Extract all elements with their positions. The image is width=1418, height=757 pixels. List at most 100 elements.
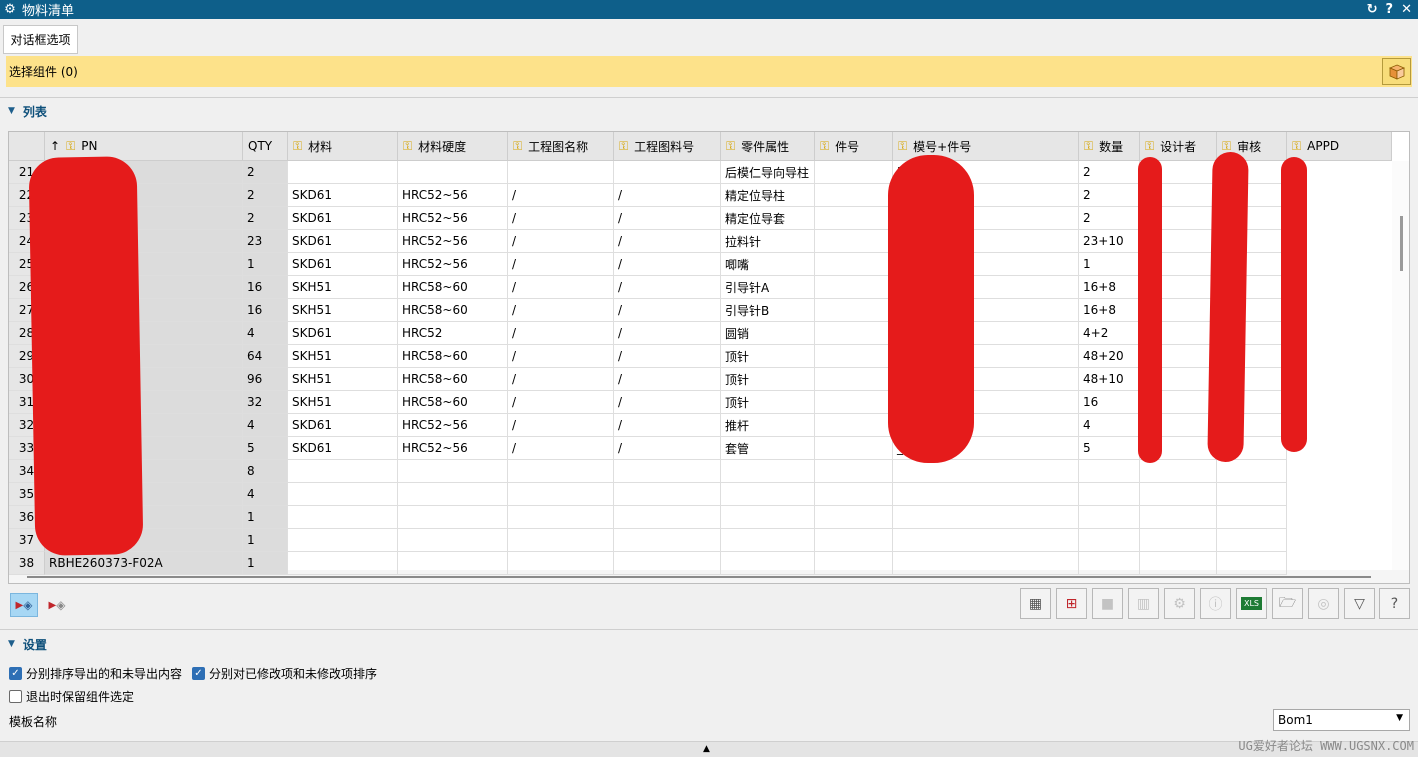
- table-cell[interactable]: /: [614, 414, 721, 437]
- table-cell[interactable]: 16: [243, 299, 288, 322]
- table-cell[interactable]: [614, 552, 721, 575]
- table-cell[interactable]: [508, 460, 614, 483]
- table-cell[interactable]: 23+10: [1079, 230, 1140, 253]
- table-cell[interactable]: SKH51: [288, 391, 398, 414]
- table-cell[interactable]: [815, 460, 893, 483]
- table-cell[interactable]: 1: [1079, 253, 1140, 276]
- table-cell[interactable]: SKD61: [288, 207, 398, 230]
- table-cell[interactable]: 2: [243, 207, 288, 230]
- table-cell[interactable]: HRC52~56: [398, 184, 508, 207]
- table-cell[interactable]: /: [508, 414, 614, 437]
- table-cell[interactable]: 圆销: [721, 322, 815, 345]
- table-cell[interactable]: /: [508, 184, 614, 207]
- table-cell[interactable]: SKD61: [288, 322, 398, 345]
- column-header[interactable]: ⚿ 数量: [1079, 132, 1140, 161]
- table-cell[interactable]: 精定位导套: [721, 207, 815, 230]
- column-header[interactable]: ⚿ 件号: [815, 132, 893, 161]
- table-cell[interactable]: [893, 460, 1079, 483]
- table-cell[interactable]: SKH51: [288, 368, 398, 391]
- table-cell[interactable]: [815, 529, 893, 552]
- view-parts-icon[interactable]: ◎: [1308, 588, 1339, 619]
- column-header[interactable]: ⚿ 工程图料号: [614, 132, 721, 161]
- table-cell[interactable]: [1217, 529, 1287, 552]
- checkbox-checked[interactable]: ✓: [192, 667, 205, 680]
- table-cell[interactable]: [288, 161, 398, 184]
- table-cell[interactable]: RBHE260373-F02A: [45, 552, 243, 575]
- table-cell[interactable]: [288, 483, 398, 506]
- table-cell[interactable]: [815, 368, 893, 391]
- select-component-bar[interactable]: 选择组件 (0): [6, 56, 1412, 87]
- table-cell[interactable]: [614, 483, 721, 506]
- table-cell[interactable]: SKH51: [288, 345, 398, 368]
- table-cell[interactable]: /: [508, 391, 614, 414]
- table-cell[interactable]: [1140, 483, 1217, 506]
- table-cell[interactable]: [1217, 460, 1287, 483]
- table-cell[interactable]: [1079, 552, 1140, 575]
- export-selected-button[interactable]: ▶ ◈: [10, 593, 38, 617]
- export-xls-button[interactable]: XLS: [1236, 588, 1267, 619]
- table-cell[interactable]: [1217, 506, 1287, 529]
- table-cell[interactable]: SKH51: [288, 276, 398, 299]
- table-cell[interactable]: HRC52~56: [398, 253, 508, 276]
- table-cell[interactable]: 1: [243, 529, 288, 552]
- table-cell[interactable]: [398, 506, 508, 529]
- table-cell[interactable]: /: [614, 299, 721, 322]
- table-cell[interactable]: 引导针A: [721, 276, 815, 299]
- table-cell[interactable]: [721, 552, 815, 575]
- list-section-header[interactable]: ▼ 列表: [8, 102, 47, 120]
- table-cell[interactable]: /: [508, 276, 614, 299]
- table-cell[interactable]: /: [614, 391, 721, 414]
- table-cell[interactable]: /: [614, 184, 721, 207]
- table-cell[interactable]: [288, 460, 398, 483]
- table-cell[interactable]: [1217, 483, 1287, 506]
- table-cell[interactable]: 1: [243, 253, 288, 276]
- table-cell[interactable]: [398, 552, 508, 575]
- table-cell[interactable]: 2: [243, 161, 288, 184]
- table-cell[interactable]: 23: [243, 230, 288, 253]
- table-cell[interactable]: HRC52~56: [398, 414, 508, 437]
- table-cell[interactable]: HRC52~56: [398, 437, 508, 460]
- table-cell[interactable]: [398, 529, 508, 552]
- table-cell[interactable]: 16: [243, 276, 288, 299]
- table-cell[interactable]: [288, 529, 398, 552]
- table-cell[interactable]: 1: [243, 552, 288, 575]
- table-cell[interactable]: [893, 483, 1079, 506]
- table-cell[interactable]: 4: [243, 322, 288, 345]
- table-cell[interactable]: [1140, 506, 1217, 529]
- table-cell[interactable]: SKD61: [288, 437, 398, 460]
- table-cell[interactable]: [398, 161, 508, 184]
- column-header[interactable]: ⚿ 零件属性: [721, 132, 815, 161]
- table-cell[interactable]: SKD61: [288, 253, 398, 276]
- table-cell[interactable]: 2: [1079, 207, 1140, 230]
- table-cell[interactable]: 后模仁导向导柱: [721, 161, 815, 184]
- table-cell[interactable]: HRC58~60: [398, 276, 508, 299]
- chevron-up-icon[interactable]: ▲: [703, 744, 710, 754]
- table-cell[interactable]: [815, 345, 893, 368]
- table-cell[interactable]: /: [614, 322, 721, 345]
- filter-icon[interactable]: ▽: [1344, 588, 1375, 619]
- table-cell[interactable]: [721, 460, 815, 483]
- table-cell[interactable]: 4+2: [1079, 322, 1140, 345]
- table-cell[interactable]: [1079, 483, 1140, 506]
- table-cell[interactable]: 8: [243, 460, 288, 483]
- table-cell[interactable]: HRC58~60: [398, 299, 508, 322]
- table-cell[interactable]: 32: [243, 391, 288, 414]
- table-cell[interactable]: /: [508, 437, 614, 460]
- table-cell[interactable]: [815, 184, 893, 207]
- table-cell[interactable]: 48+10: [1079, 368, 1140, 391]
- table-cell[interactable]: 4: [243, 414, 288, 437]
- table-cell[interactable]: 5: [243, 437, 288, 460]
- table-cell[interactable]: /: [508, 322, 614, 345]
- table-cell[interactable]: /: [614, 345, 721, 368]
- checkbox-unchecked[interactable]: [9, 690, 22, 703]
- checkbox-checked[interactable]: ✓: [9, 667, 22, 680]
- table-cell[interactable]: [815, 552, 893, 575]
- table-cell[interactable]: [721, 483, 815, 506]
- table-cell[interactable]: 精定位导柱: [721, 184, 815, 207]
- table-cell[interactable]: /: [508, 253, 614, 276]
- table-cell[interactable]: /: [508, 207, 614, 230]
- table-cell[interactable]: [893, 506, 1079, 529]
- sort-exported-option[interactable]: ✓ 分别排序导出的和未导出内容: [9, 665, 182, 682]
- table-cell[interactable]: 顶针: [721, 345, 815, 368]
- select-component-button[interactable]: [1382, 58, 1411, 85]
